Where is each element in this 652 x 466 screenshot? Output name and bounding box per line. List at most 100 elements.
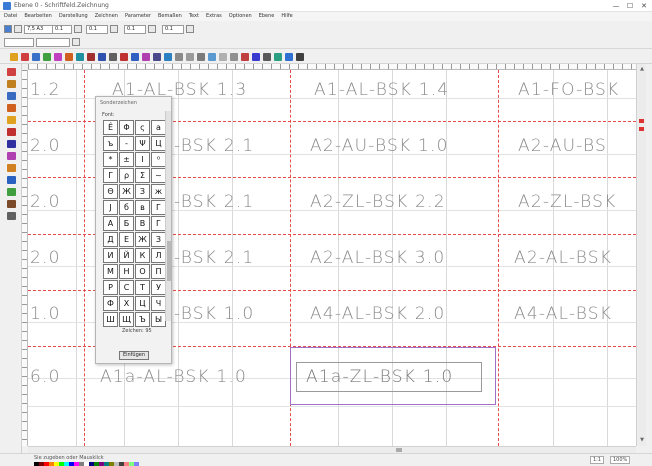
param-field-2[interactable]: 0.1 (124, 24, 146, 34)
char-cell[interactable]: ρ (119, 168, 134, 183)
cut-icon[interactable] (54, 52, 62, 61)
char-cell[interactable]: Ф (103, 296, 118, 311)
param-icon-3[interactable] (186, 25, 194, 33)
copy-icon[interactable] (65, 52, 73, 61)
move-icon[interactable] (296, 52, 304, 61)
char-cell[interactable]: Σ (135, 168, 150, 183)
curve-icon[interactable] (7, 116, 16, 124)
style-icon[interactable] (72, 38, 80, 46)
char-cell[interactable]: Θ (103, 184, 118, 199)
cell-text[interactable]: 2.0 (30, 248, 61, 268)
cell-text[interactable]: 6.0 (30, 367, 61, 387)
menu-text[interactable]: Text (189, 12, 199, 21)
scale-field[interactable]: 1:1 (590, 456, 605, 464)
char-cell[interactable]: Г (151, 200, 166, 215)
char-cell[interactable]: б (119, 200, 134, 215)
scroll-down-icon[interactable]: ▼ (638, 436, 646, 444)
menu-edit[interactable]: Bearbeiten (24, 12, 51, 21)
color-field[interactable] (4, 37, 34, 47)
cell-text[interactable]: 1.2 (30, 80, 61, 100)
undo-icon[interactable] (87, 52, 95, 61)
char-cell[interactable]: Д (103, 232, 118, 247)
char-cell[interactable]: Г (151, 216, 166, 231)
menu-parameter[interactable]: Parameter (125, 12, 151, 21)
minimize-button[interactable]: — (610, 1, 622, 11)
menu-help[interactable]: Hilfe (281, 12, 292, 21)
menu-dimension[interactable]: Bemaßen (158, 12, 182, 21)
print-icon[interactable] (43, 52, 51, 61)
pen-icon[interactable] (14, 25, 22, 33)
char-cell[interactable]: Н (119, 264, 134, 279)
grid-icon[interactable] (219, 52, 227, 61)
cell-text[interactable]: A1a-AL-BSK 1.0 (100, 367, 247, 387)
image-icon[interactable] (7, 212, 16, 220)
char-cell[interactable]: ± (119, 152, 134, 167)
cell-text[interactable]: A2-AL-BSK (514, 248, 612, 268)
char-cell[interactable]: У (151, 280, 166, 295)
char-cell[interactable]: Ы (151, 312, 166, 327)
cell-text[interactable]: A4-AL-BSK (514, 304, 612, 324)
linetype-icon[interactable] (74, 25, 82, 33)
char-cell[interactable]: Φ (119, 120, 134, 135)
properties-icon[interactable] (285, 52, 293, 61)
ellipse-icon[interactable] (7, 140, 16, 148)
measure-icon[interactable] (7, 176, 16, 184)
redo-icon[interactable] (98, 52, 106, 61)
cell-text[interactable]: A2-AL-BSK 3.0 (310, 248, 445, 268)
char-cell[interactable]: Х (119, 296, 134, 311)
point-icon[interactable] (7, 80, 16, 88)
select-icon[interactable] (7, 68, 16, 76)
param-icon-1[interactable] (110, 25, 118, 33)
insert-button[interactable]: Einfügen (119, 351, 149, 360)
scroll-thumb[interactable] (396, 448, 402, 452)
menu-file[interactable]: Datei (4, 12, 17, 21)
cell-text[interactable]: -BSK 1.0 (174, 304, 254, 324)
hatch-icon[interactable] (175, 52, 183, 61)
cell-text[interactable]: 1.0 (30, 304, 61, 324)
char-cell[interactable]: З (151, 232, 166, 247)
rotate-icon[interactable] (252, 52, 260, 61)
char-cell[interactable]: Γ (103, 168, 118, 183)
param-field-1[interactable]: 0.1 (86, 24, 108, 34)
char-cell[interactable]: И (103, 248, 118, 263)
fill-icon[interactable] (7, 164, 16, 172)
char-cell[interactable]: Л (151, 248, 166, 263)
scale-icon[interactable] (263, 52, 271, 61)
char-cell[interactable]: в (135, 200, 150, 215)
zoom-icon[interactable] (109, 52, 117, 61)
scroll-up-icon[interactable]: ▲ (638, 65, 646, 73)
cell-text[interactable]: A1-AL-BSK 1.4 (314, 80, 449, 100)
rectangle-icon[interactable] (131, 52, 139, 61)
panel-scrollbar[interactable] (165, 111, 171, 321)
char-cell[interactable]: П (151, 264, 166, 279)
char-cell[interactable]: ъ (103, 136, 118, 151)
cell-text[interactable]: A1-FO-BSK (518, 80, 619, 100)
cell-text[interactable]: 2.0 (30, 192, 61, 212)
mirror-icon[interactable] (241, 52, 249, 61)
dimension-icon[interactable] (197, 52, 205, 61)
snap-icon[interactable] (208, 52, 216, 61)
arc-icon[interactable] (153, 52, 161, 61)
cell-text[interactable]: A4-AL-BSK 2.0 (310, 304, 445, 324)
polyline-icon[interactable] (164, 52, 172, 61)
color-palette[interactable] (34, 462, 139, 466)
line-tool-icon[interactable] (7, 104, 16, 112)
menu-tools[interactable]: Extras (206, 12, 222, 21)
circle-tool-icon[interactable] (7, 128, 16, 136)
char-cell[interactable]: ж (151, 184, 166, 199)
menu-draw[interactable]: Zeichnen (95, 12, 118, 21)
char-cell[interactable]: К (135, 248, 150, 263)
menu-view[interactable]: Darstellung (59, 12, 88, 21)
char-cell[interactable]: О (135, 264, 150, 279)
maximize-button[interactable]: ☐ (624, 1, 636, 11)
text-icon[interactable] (7, 92, 16, 100)
circle-icon[interactable] (142, 52, 150, 61)
cell-text[interactable]: A2-AU-BS (518, 136, 607, 156)
char-cell[interactable]: С (119, 280, 134, 295)
char-cell[interactable]: ⁰ (151, 152, 166, 167)
polygon-icon[interactable] (7, 152, 16, 160)
char-cell[interactable]: Ч (151, 296, 166, 311)
ortho-icon[interactable] (230, 52, 238, 61)
close-button[interactable]: ✕ (638, 1, 650, 11)
layer-manager-icon[interactable] (274, 52, 282, 61)
